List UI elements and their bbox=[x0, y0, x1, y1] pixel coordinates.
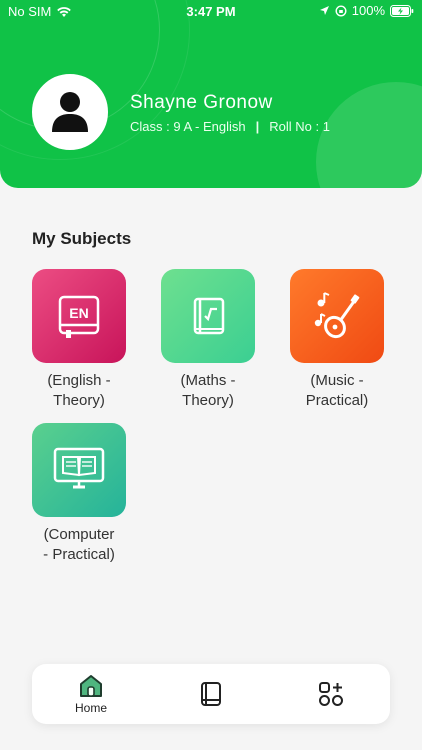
home-icon bbox=[80, 675, 102, 697]
roll-info: Roll No : 1 bbox=[269, 119, 330, 134]
subject-icon-box bbox=[161, 269, 255, 363]
avatar[interactable] bbox=[32, 74, 108, 150]
subject-label: (English - Theory) bbox=[47, 372, 111, 409]
computer-book-icon bbox=[53, 447, 105, 489]
guitar-music-icon bbox=[314, 292, 360, 339]
orientation-lock-icon bbox=[335, 4, 347, 17]
subject-tile-music[interactable]: (Music - Practical) bbox=[290, 269, 384, 411]
apps-add-icon bbox=[319, 682, 343, 706]
profile-header: No SIM 3:47 PM 100% Shayne Gronow Class … bbox=[0, 0, 422, 188]
location-arrow-icon bbox=[319, 6, 329, 15]
class-info: Class : 9 A - English bbox=[130, 119, 246, 134]
section-title: My Subjects bbox=[32, 229, 132, 248]
nav-more[interactable] bbox=[291, 664, 371, 724]
subject-label: (Computer - Practical) bbox=[43, 526, 115, 563]
book-icon bbox=[201, 682, 221, 706]
nav-home[interactable]: Home bbox=[51, 664, 131, 724]
battery-charging-icon bbox=[390, 4, 414, 17]
subject-tile-english[interactable]: EN (English - Theory) bbox=[32, 269, 126, 411]
english-book-icon: EN bbox=[58, 295, 100, 338]
subject-tile-maths[interactable]: (Maths - Theory) bbox=[161, 269, 255, 411]
subject-tile-computer[interactable]: (Computer - Practical) bbox=[32, 423, 126, 565]
nav-home-label: Home bbox=[74, 701, 107, 715]
maths-book-icon bbox=[193, 297, 225, 335]
decor-circle bbox=[316, 82, 422, 188]
subject-label: (Maths - Theory) bbox=[180, 372, 236, 409]
status-bar: No SIM 3:47 PM 100% bbox=[0, 0, 422, 22]
subject-icon-box: EN bbox=[32, 269, 126, 363]
meta-separator: | bbox=[255, 119, 260, 134]
subject-icon-box bbox=[32, 423, 126, 517]
student-name: Shayne Gronow bbox=[130, 92, 273, 113]
subject-label: (Music - Practical) bbox=[305, 372, 369, 409]
battery-percent: 100% bbox=[351, 3, 385, 18]
nav-subjects[interactable] bbox=[171, 664, 251, 724]
student-meta: Class : 9 A - English | Roll No : 1 bbox=[130, 119, 330, 134]
bottom-nav: Home bbox=[32, 664, 390, 724]
english-badge: EN bbox=[69, 305, 88, 321]
subject-icon-box bbox=[290, 269, 384, 363]
user-icon bbox=[52, 92, 88, 132]
